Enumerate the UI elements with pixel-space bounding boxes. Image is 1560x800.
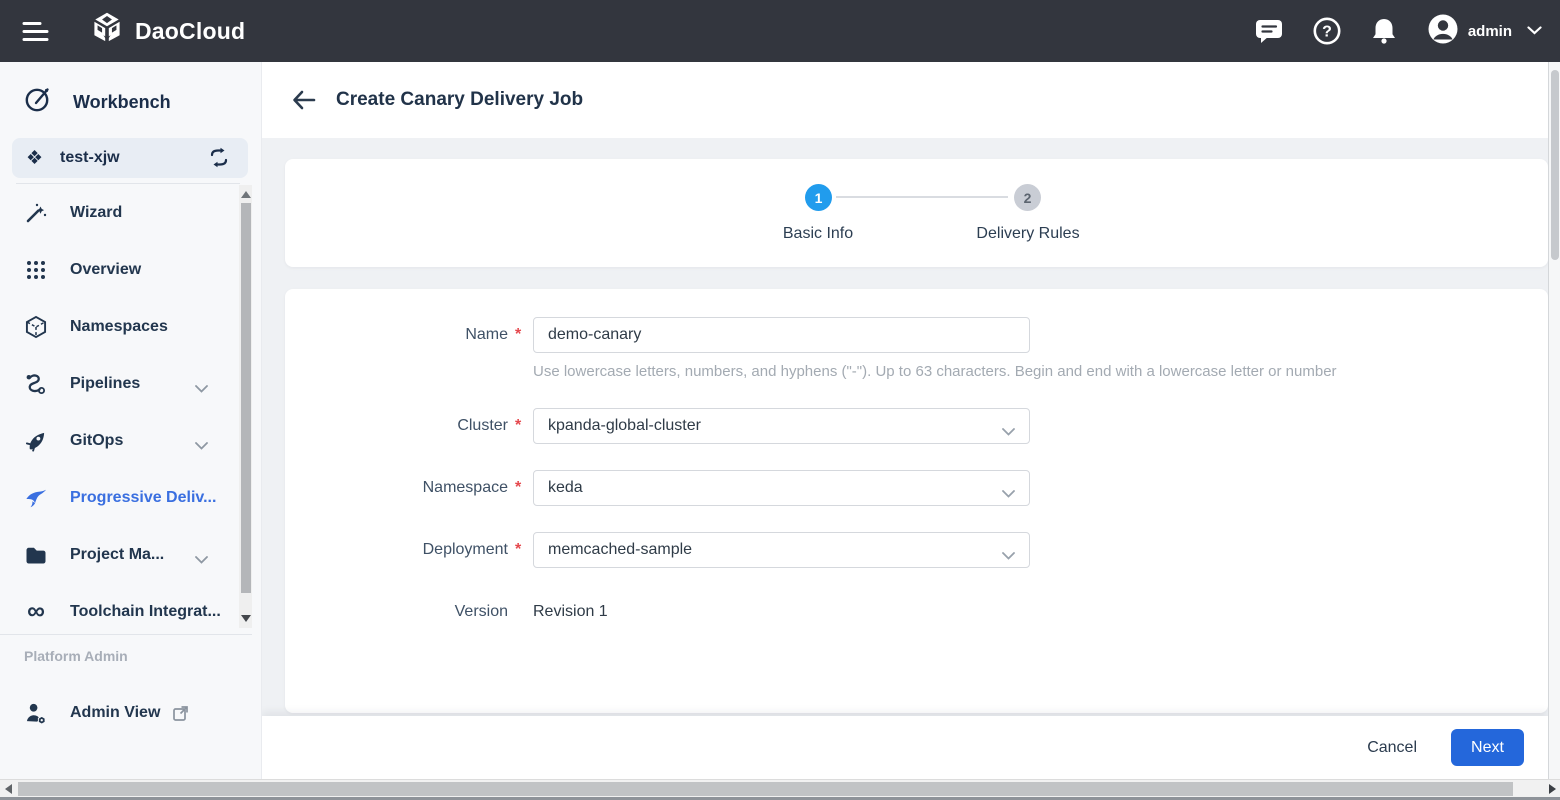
cube-icon: [25, 315, 47, 339]
scroll-right-arrow[interactable]: [1549, 784, 1556, 794]
deployment-label: Deployment: [335, 541, 508, 559]
sidebar-item-wizard[interactable]: Wizard: [0, 193, 238, 233]
version-value: Revision 1: [533, 603, 608, 621]
step-connector: [836, 196, 1008, 198]
wand-icon: [25, 202, 47, 224]
scroll-up-arrow[interactable]: [241, 191, 251, 198]
required-marker: *: [515, 326, 521, 344]
vertical-scrollbar[interactable]: [1548, 62, 1560, 779]
scroll-left-arrow[interactable]: [5, 784, 12, 794]
divider: [16, 183, 240, 184]
deployment-value: memcached-sample: [548, 541, 692, 559]
user-menu[interactable]: admin: [1427, 13, 1542, 50]
scroll-thumb[interactable]: [241, 203, 251, 593]
sidebar-item-overview[interactable]: Overview: [0, 250, 238, 290]
required-marker: *: [515, 541, 521, 559]
namespace-select[interactable]: keda: [533, 470, 1030, 506]
workbench-icon: [24, 86, 51, 118]
form-card: Name * Use lowercase letters, numbers, a…: [285, 289, 1548, 713]
step-1-label: Basic Info: [783, 225, 853, 243]
sidebar-item-pipelines[interactable]: Pipelines: [0, 364, 238, 404]
sidebar-item-progressive-delivery[interactable]: Progressive Deliv...: [0, 478, 238, 518]
module-title: Workbench: [73, 92, 171, 113]
rocket-icon: [25, 430, 47, 453]
workspace-name: test-xjw: [60, 149, 120, 167]
grid-dots-icon: [25, 259, 47, 281]
version-label: Version: [335, 603, 508, 621]
chevron-down-icon: [1002, 547, 1015, 565]
workspace-selector[interactable]: ❖ test-xjw: [12, 138, 248, 178]
top-bar: DaoCloud ? admin: [0, 0, 1560, 62]
menu-icon[interactable]: [22, 21, 49, 42]
svg-text:?: ?: [1322, 24, 1332, 41]
brand[interactable]: DaoCloud: [89, 11, 245, 52]
chevron-down-icon: [1527, 22, 1542, 40]
chevron-down-icon: [195, 551, 208, 569]
sidebar-item-toolchain-integration[interactable]: ∞ Toolchain Integrat...: [0, 592, 238, 632]
admin-user-icon: [25, 702, 47, 725]
sidebar: Workbench ❖ test-xjw Wizard Overview: [0, 62, 262, 779]
bird-icon: [25, 488, 47, 509]
deployment-select[interactable]: memcached-sample: [533, 532, 1030, 568]
scroll-thumb[interactable]: [1551, 70, 1559, 260]
namespace-label: Namespace: [335, 479, 508, 497]
divider: [0, 634, 252, 635]
stepper-card: 1 2 Basic Info Delivery Rules: [285, 159, 1548, 267]
chevron-down-icon: [1002, 423, 1015, 441]
namespace-value: keda: [548, 479, 583, 497]
cluster-value: kpanda-global-cluster: [548, 417, 701, 435]
step-2-label: Delivery Rules: [976, 225, 1079, 243]
step-1-circle: 1: [805, 184, 832, 211]
horizontal-scrollbar[interactable]: [0, 779, 1560, 797]
required-marker: *: [515, 479, 521, 497]
sidebar-item-admin-view[interactable]: Admin View: [0, 693, 238, 733]
chevron-down-icon: [1002, 485, 1015, 503]
infinity-icon: ∞: [25, 603, 47, 621]
step-2-circle: 2: [1014, 184, 1041, 211]
user-name: admin: [1468, 23, 1512, 40]
name-label: Name: [335, 326, 508, 344]
scroll-thumb[interactable]: [18, 782, 1513, 796]
scroll-down-arrow[interactable]: [241, 615, 251, 622]
brand-name: DaoCloud: [135, 18, 245, 45]
avatar: [1427, 13, 1459, 50]
sidebar-module-workbench[interactable]: Workbench: [0, 84, 262, 120]
required-marker: *: [515, 417, 521, 435]
page-title: Create Canary Delivery Job: [336, 89, 583, 111]
page-header: Create Canary Delivery Job: [262, 62, 1548, 138]
name-input[interactable]: [533, 317, 1030, 353]
chat-icon[interactable]: [1255, 18, 1283, 45]
name-hint: Use lowercase letters, numbers, and hyph…: [533, 363, 1337, 380]
folder-icon: [25, 546, 47, 565]
sidebar-scrollbar[interactable]: [239, 185, 252, 628]
back-arrow-icon[interactable]: [292, 90, 316, 110]
chevron-down-icon: [195, 437, 208, 455]
sidebar-item-gitops[interactable]: GitOps: [0, 421, 238, 461]
daocloud-logo-icon: [89, 11, 125, 52]
bell-icon[interactable]: [1371, 17, 1397, 45]
swap-icon[interactable]: [208, 147, 230, 173]
next-button[interactable]: Next: [1451, 729, 1524, 766]
external-link-icon: [172, 705, 189, 722]
sidebar-item-namespaces[interactable]: Namespaces: [0, 307, 238, 347]
help-icon[interactable]: ?: [1313, 17, 1341, 45]
chevron-down-icon: [195, 380, 208, 398]
sidebar-item-project-management[interactable]: Project Ma...: [0, 535, 238, 575]
workspace-gem-icon: ❖: [26, 149, 43, 168]
cluster-label: Cluster: [335, 417, 508, 435]
cancel-button[interactable]: Cancel: [1367, 739, 1417, 757]
cluster-select[interactable]: kpanda-global-cluster: [533, 408, 1030, 444]
section-label-platform-admin: Platform Admin: [24, 648, 128, 664]
app-window: DaoCloud ? admin: [0, 0, 1560, 800]
pipeline-icon: [25, 373, 47, 396]
form-footer: Cancel Next: [262, 716, 1548, 779]
